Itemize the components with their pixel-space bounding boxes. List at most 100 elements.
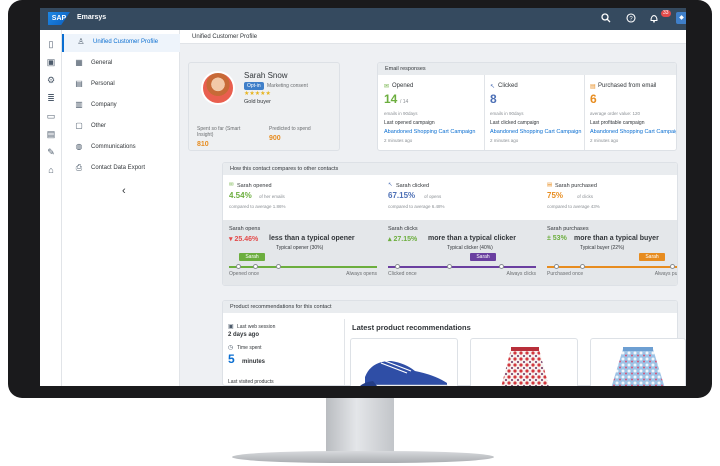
list-icon[interactable]: ≣ <box>45 92 57 104</box>
search-icon[interactable] <box>600 13 612 25</box>
metric-unit: / 14 <box>400 99 409 105</box>
bar-percent: ▾ 25.46% <box>229 236 259 243</box>
metric-sub: emails in 90days <box>384 111 418 116</box>
nav-item-unified-profile[interactable]: ♙ Unified Customer Profile <box>62 34 180 52</box>
bar-title: Sarah purchases <box>547 226 589 232</box>
person-icon: ♙ <box>77 37 85 46</box>
comparison-card: How this contact compares to other conta… <box>222 162 678 286</box>
globe-icon: ◍ <box>75 142 83 151</box>
stat-sub: of clicks <box>577 194 594 199</box>
bar-title: Sarah opens <box>229 226 261 232</box>
card-title: Email responses <box>378 63 676 75</box>
notification-count: 33 <box>661 10 671 17</box>
range-track <box>388 264 536 269</box>
image-icon[interactable]: ▣ <box>45 56 57 68</box>
range-track <box>229 264 377 269</box>
home-icon[interactable]: ⌂ <box>45 164 57 176</box>
last-campaign-label: Last profitable campaign <box>590 120 645 126</box>
grid-icon: ▦ <box>75 58 83 67</box>
range-dot <box>236 264 241 269</box>
nav-item-company[interactable]: ▥ Company <box>62 97 180 115</box>
nav-item-label: Communications <box>91 144 136 150</box>
stat-value: 75% <box>547 191 564 200</box>
comparison-stat: ▤ Sarah purchased 75% of clicks compared to … <box>547 179 677 217</box>
monitor-stand-neck <box>326 398 394 452</box>
stat-label: Sarah clicked <box>396 183 430 189</box>
product-card-floral-skirt-blue[interactable] <box>590 338 686 386</box>
stat-sub: of her emails <box>259 194 285 199</box>
email-metric-column: ↖ Clicked 8 emails in 90days Last clicked ca… <box>484 75 581 150</box>
range-dot <box>580 264 585 269</box>
cursor-icon: ↖ <box>490 84 496 90</box>
sneaker-image <box>360 360 448 386</box>
app-screen: SAP Emarsys ? 33 ◆ ▯ ▣ ⚙ ≣ ▭ ▤ ✎ ⌂ ♙ Uni… <box>40 8 686 386</box>
bar-title: Sarah clicks <box>388 226 418 232</box>
contact-marker: Sarah <box>639 253 665 261</box>
monitor-stand-base <box>232 451 494 463</box>
sap-logo[interactable]: SAP <box>48 12 70 25</box>
document-icon: ▢ <box>75 121 83 130</box>
export-icon: ⎙ <box>75 163 83 172</box>
stat-label: Sarah purchased <box>555 183 597 189</box>
bar-summary: less than a typical opener <box>269 235 355 242</box>
campaign-link[interactable]: Abandoned Shopping Cart Campaign <box>590 129 676 135</box>
wrench-icon[interactable]: ✎ <box>45 146 57 158</box>
comparison-bar: Sarah clicks ▴ 27.15% more than a typical … <box>388 220 536 285</box>
stat-note: compared to average 1.86% <box>229 204 286 209</box>
nav-item-other[interactable]: ▢ Other <box>62 118 180 136</box>
time-spent-label: Time spent <box>237 345 262 351</box>
campaign-time: 2 minutes ago <box>384 138 413 143</box>
time-spent-unit: minutes <box>242 359 266 365</box>
shell-bar: SAP Emarsys ? 33 ◆ <box>40 8 686 30</box>
nav-item-general[interactable]: ▦ General <box>62 55 180 73</box>
blue-floral-skirt-image <box>611 347 665 386</box>
contact-marker: Sarah <box>470 253 496 261</box>
metric-sub: emails in 90days <box>490 111 524 116</box>
latest-recs-title: Latest product recommendations <box>352 323 471 332</box>
collapse-nav-button[interactable]: ‹ <box>122 185 126 197</box>
spent-value: 810 <box>197 141 209 148</box>
clock-icon: ▣ <box>228 324 234 330</box>
table-icon[interactable]: ▤ <box>45 128 57 140</box>
stat-value: 67.15% <box>388 191 416 200</box>
product-card-floral-skirt-red[interactable] <box>470 338 578 386</box>
nav-item-communications[interactable]: ◍ Communications <box>62 139 180 157</box>
profile-icon[interactable]: ◆ <box>676 12 686 24</box>
last-campaign-label: Last clicked campaign <box>490 120 540 126</box>
stat-sub: of opens <box>424 194 442 199</box>
opt-in-badge: Opt-in <box>244 82 264 90</box>
metric-value: 14 <box>384 92 398 106</box>
file-icon[interactable]: ▯ <box>45 38 57 50</box>
range-dot <box>276 264 281 269</box>
avatar <box>201 71 235 105</box>
campaign-link[interactable]: Abandoned Shopping Cart Campaign <box>490 129 581 135</box>
bell-icon[interactable] <box>648 13 660 25</box>
mail-open-icon: ✉ <box>384 84 390 90</box>
bar-summary: more than a typical clicker <box>428 235 516 242</box>
metric-label: Purchased from email <box>598 83 657 89</box>
metric-value: 8 <box>490 92 497 106</box>
stat-label: Sarah opened <box>237 183 272 189</box>
devices-icon[interactable]: ▭ <box>45 110 57 122</box>
rating-stars: ★★★★★ <box>244 91 271 97</box>
card-title: Product recommendations for this contact <box>223 301 677 313</box>
customer-tier: Gold buyer <box>244 99 271 105</box>
nav-item-personal[interactable]: ▤ Personal <box>62 76 180 94</box>
range-min-label: Opened once <box>229 271 260 277</box>
bar-summary: more than a typical buyer <box>574 235 659 242</box>
metric-value: 6 <box>590 92 597 106</box>
range-dot <box>395 264 400 269</box>
product-card-sneaker[interactable] <box>350 338 458 386</box>
help-icon[interactable]: ? <box>625 13 637 25</box>
campaign-link[interactable]: Abandoned Shopping Cart Campaign <box>384 129 475 135</box>
range-max-label: Always opens <box>346 271 377 277</box>
settings-icon[interactable]: ⚙ <box>45 74 57 86</box>
brand-name: Emarsys <box>77 14 107 21</box>
divider <box>344 319 345 385</box>
nav-item-contact-data-export[interactable]: ⎙ Contact Data Export <box>62 160 180 178</box>
range-dot <box>554 264 559 269</box>
comparison-bars-panel: Sarah opens ▾ 25.46% less than a typical o… <box>223 220 677 285</box>
typical-label: Typical opener (30%) <box>276 245 324 251</box>
nav-item-label: Company <box>91 102 117 108</box>
cart-icon: ▤ <box>547 182 553 188</box>
